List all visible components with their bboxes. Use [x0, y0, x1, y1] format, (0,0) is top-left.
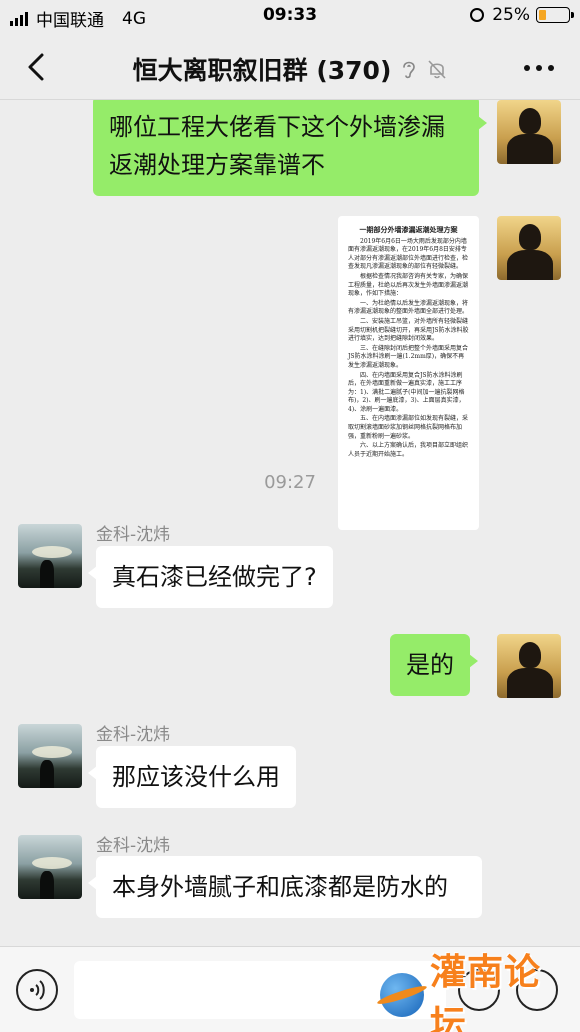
document-paragraph: 五、在内墙面渗漏部位如发现有裂缝，采取切割滚墙面砂浆加钢丝网格抗裂网格布加强，重…	[348, 415, 469, 440]
message-bubble-other[interactable]: 那应该没什么用	[88, 746, 296, 808]
message-text: 是的	[406, 651, 454, 679]
document-paragraph: 2019年6月6日一场大雨后发现部分内墙面有渗漏返潮现象，在2019年6月8日安…	[348, 237, 469, 271]
document-paragraph: 四、在内墙面采用复合JS防水涂料涂刷后，在外墙面重新做一遍真实漆，施工工序为：1…	[348, 371, 465, 413]
earpiece-mode-icon	[403, 61, 416, 79]
message-timestamp: 09:27	[264, 472, 316, 493]
document-paragraph: 二、安装施工吊篮，对外墙所有轻微裂缝采用切割机把裂缝切开，再采用JS防水涂料胶进…	[348, 317, 469, 343]
watermark-text: 灌南论坛	[430, 952, 542, 1032]
avatar-self[interactable]	[497, 634, 561, 698]
document-paragraph: 三、在缝隙封闭后把整个外墙面采用复合JS防水涂料涂刷一遍(1.2mm厚)，确保不…	[348, 344, 469, 369]
battery-percent: 25%	[492, 5, 530, 25]
chat-title-text: 恒大离职叙旧群 (370)	[132, 56, 392, 85]
document-paragraph: 一、为杜绝情以后发生渗漏返潮现象，将有渗漏返潮现象的整面外墙面全部进行处理。	[348, 299, 469, 316]
sender-name: 金科-沈炜	[96, 525, 171, 545]
avatar-self[interactable]	[497, 100, 561, 164]
status-bar: 中国联通 4G 09:33 25%	[0, 0, 580, 34]
message-text: 真石漆已经做完了?	[112, 563, 317, 591]
avatar-self[interactable]	[497, 216, 561, 280]
sender-name: 金科-沈炜	[96, 725, 171, 745]
message-bubble-self[interactable]: 哪位工程大佬看下这个外墙渗漏返潮处理方案靠谱不	[93, 100, 487, 196]
more-options-icon[interactable]	[524, 65, 554, 71]
message-bubble-self[interactable]: 是的	[390, 634, 478, 696]
forum-logo-icon	[380, 973, 424, 1017]
document-paragraph: 六、以上方案确认后，我项目部立即组织人员于近期开始施工。	[348, 442, 469, 458]
message-text: 那应该没什么用	[112, 763, 280, 791]
avatar-other[interactable]	[18, 835, 82, 899]
document-title: 一期部分外墙渗漏返潮处理方案	[359, 225, 458, 234]
voice-input-icon[interactable]	[16, 969, 58, 1011]
message-text: 本身外墙腻子和底漆都是防水的	[112, 873, 448, 901]
chat-area[interactable]: 哪位工程大佬看下这个外墙渗漏返潮处理方案靠谱不 一期部分外墙渗漏返潮处理方案 2…	[0, 100, 580, 946]
document-paragraph: 根据检查情况我部咨询有关专家，为确保工程质量，杜绝以后再次发生外墙面渗漏返潮现象…	[348, 272, 469, 298]
alarm-icon	[470, 8, 485, 22]
message-text: 哪位工程大佬看下这个外墙渗漏返潮处理方案靠谱不	[109, 113, 445, 179]
sender-name: 金科-沈炜	[96, 836, 171, 856]
mute-bell-icon	[428, 60, 446, 79]
forum-watermark: 灌南论坛	[380, 952, 576, 1032]
avatar-other[interactable]	[18, 524, 82, 588]
nav-bar: 恒大离职叙旧群 (370)	[0, 34, 580, 100]
chat-title: 恒大离职叙旧群 (370)	[0, 51, 580, 87]
message-bubble-other[interactable]: 本身外墙腻子和底漆都是防水的	[88, 856, 482, 918]
battery-icon	[536, 7, 574, 23]
avatar-other[interactable]	[18, 724, 82, 788]
message-bubble-other[interactable]: 真石漆已经做完了?	[88, 546, 333, 608]
